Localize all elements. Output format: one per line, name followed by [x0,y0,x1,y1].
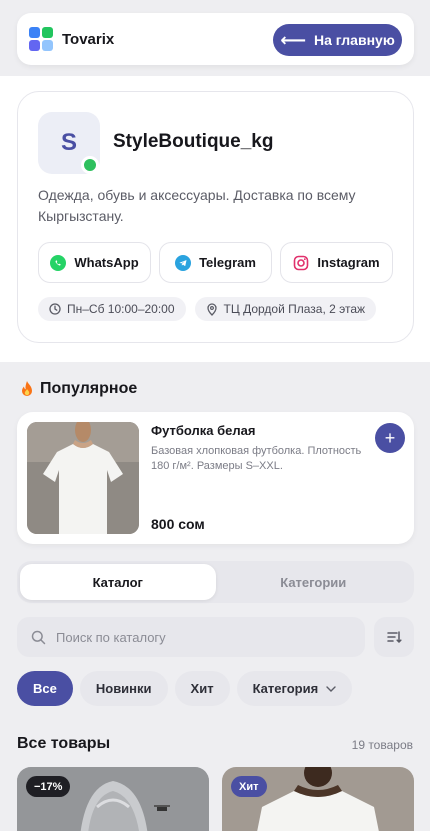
search-box [17,617,365,657]
filter-category-label: Категория [252,681,319,696]
instagram-label: Instagram [317,255,380,270]
catalog-tabs: Каталог Категории [17,561,414,603]
product-card[interactable]: Хит [222,767,414,831]
all-products-title: Все товары [17,735,111,752]
search-icon [31,630,46,644]
add-to-cart-button[interactable]: + [375,423,405,453]
shop-address: ТЦ Дордой Плаза, 2 этаж [223,302,366,316]
product-description: Базовая хлопковая футболка. Плотность 18… [151,445,362,472]
instagram-button[interactable]: Instagram [280,242,393,283]
filter-category-dropdown[interactable]: Категория [236,671,353,706]
telegram-icon [175,254,192,271]
filter-new[interactable]: Новинки [79,671,168,706]
discount-badge: −17% [26,776,71,797]
popular-title: Популярное [40,380,138,397]
tab-categories[interactable]: Категории [216,564,412,600]
logo-icon [29,27,53,51]
address-chip[interactable]: ТЦ Дордой Плаза, 2 этаж [194,297,377,321]
plus-icon: + [384,427,396,448]
home-button[interactable]: ⟵ На главную [273,24,402,56]
chevron-down-icon [326,685,336,692]
logo[interactable]: Tovarix [29,27,114,51]
whatsapp-label: WhatsApp [74,255,139,270]
product-card[interactable]: −17% [17,767,209,831]
working-hours: Пн–Сб 10:00–20:00 [67,302,175,316]
shop-description: Одежда, обувь и аксессуары. Доставка по … [38,187,356,224]
shop-info-chips: Пн–Сб 10:00–20:00 ТЦ Дордой Плаза, 2 эта… [38,297,377,321]
popular-product-card[interactable]: Футболка белая Базовая хлопковая футболк… [17,412,414,544]
telegram-button[interactable]: Telegram [159,242,272,283]
shop-profile-card: S StyleBoutique_kg Одежда, обувь и аксес… [17,91,414,343]
tab-catalog[interactable]: Каталог [20,564,216,600]
telegram-label: Telegram [199,255,256,270]
product-image [27,422,139,534]
online-status-indicator [81,156,99,174]
products-count: 19 товаров [351,738,413,752]
location-pin-icon [206,302,217,316]
shop-name: StyleBoutique_kg [113,131,274,152]
hit-badge: Хит [231,776,267,797]
sort-filter-icon [387,631,402,644]
filter-settings-button[interactable] [374,617,414,657]
instagram-icon [293,254,310,271]
product-price: 800 сом [151,516,205,532]
whatsapp-icon [50,254,67,271]
working-hours-chip: Пн–Сб 10:00–20:00 [38,297,186,321]
top-bar: Tovarix ⟵ На главную [17,13,414,65]
social-links: WhatsApp Telegram Instagram [38,242,393,283]
app-name: Tovarix [62,30,115,48]
home-button-label: На главную [314,32,395,48]
product-name: Футболка белая [151,423,256,438]
popular-section-title: Популярное [20,380,137,398]
arrow-left-icon: ⟵ [280,30,307,50]
whatsapp-button[interactable]: WhatsApp [38,242,151,283]
filter-hit[interactable]: Хит [174,671,230,706]
filter-all[interactable]: Все [17,671,73,706]
filter-chips: Все Новинки Хит Категория [17,671,353,706]
fire-icon [22,381,32,396]
clock-icon [49,303,61,315]
search-input[interactable] [56,629,336,645]
